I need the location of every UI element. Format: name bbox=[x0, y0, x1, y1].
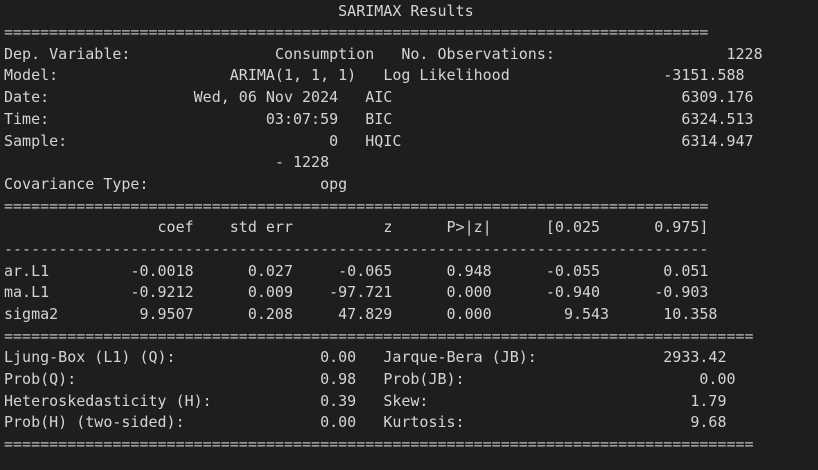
diagnostics-row: Prob(Q): 0.98 Prob(JB): 0.00 bbox=[4, 368, 736, 390]
ci-lower-value: 9.543 bbox=[563, 305, 610, 323]
diag-left-value: 0.00 bbox=[320, 348, 357, 366]
std-err-value: 0.208 bbox=[247, 305, 293, 323]
diag-right-label: Kurtosis: bbox=[383, 413, 465, 431]
model-info-row: Date: Wed, 06 Nov 2024 AIC 6309.176 bbox=[4, 86, 754, 108]
table-row: ma.L1 -0.9212 0.009 -97.721 0.000 -0.940… bbox=[4, 281, 708, 303]
p-value-header: P>|z| bbox=[446, 218, 492, 236]
results-title-row: SARIMAX Results bbox=[4, 0, 474, 22]
covariance-type-label: Covariance Type: bbox=[4, 175, 149, 193]
log-likelihood-label: Log Likelihood bbox=[383, 66, 510, 84]
time-label: Time: bbox=[4, 110, 50, 128]
model-info-row: Model: ARIMA(1, 1, 1) Log Likelihood -31… bbox=[4, 64, 745, 86]
p-value: 0.000 bbox=[446, 283, 492, 301]
p-value: 0.000 bbox=[446, 305, 492, 323]
z-value: 47.829 bbox=[338, 305, 393, 323]
diagnostics-bottom-rule: ========================================… bbox=[4, 435, 754, 453]
hqic-label: HQIC bbox=[365, 132, 402, 150]
results-title: SARIMAX Results bbox=[338, 2, 474, 20]
param-name: ar.L1 bbox=[4, 262, 50, 280]
coef-value: -0.0018 bbox=[130, 262, 194, 280]
diag-right-value: 9.68 bbox=[690, 413, 727, 431]
ci-lower-value: -0.940 bbox=[545, 283, 601, 301]
aic-value: 6309.176 bbox=[681, 88, 754, 106]
no-observations-label: No. Observations: bbox=[401, 45, 555, 63]
diag-right-value: 1.79 bbox=[690, 392, 727, 410]
param-name: ma.L1 bbox=[4, 283, 50, 301]
coef-value: -0.9212 bbox=[130, 283, 194, 301]
covariance-type-value: opg bbox=[320, 175, 348, 193]
dep-variable-value: Consumption bbox=[274, 45, 375, 63]
top-rule: ========================================… bbox=[4, 23, 709, 41]
std-err-header: std err bbox=[229, 218, 293, 236]
diagnostics-row: Heteroskedasticity (H): 0.39 Skew: 1.79 bbox=[4, 390, 727, 412]
sarimax-results-output: SARIMAX Results ========================… bbox=[0, 0, 818, 470]
p-value: 0.948 bbox=[446, 262, 492, 280]
model-label: Model: bbox=[4, 66, 59, 84]
model-info-row: Covariance Type: opg bbox=[4, 173, 347, 195]
ci-lower-value: -0.055 bbox=[545, 262, 601, 280]
date-label: Date: bbox=[4, 88, 50, 106]
sample-value: 0 bbox=[329, 132, 339, 150]
diag-right-label: Prob(JB): bbox=[383, 370, 465, 388]
coef-top-rule: ========================================… bbox=[4, 197, 709, 215]
hqic-value: 6314.947 bbox=[681, 132, 754, 150]
diag-right-label: Skew: bbox=[383, 392, 429, 410]
diagnostics-row: Prob(H) (two-sided): 0.00 Kurtosis: 9.68 bbox=[4, 411, 727, 433]
no-observations-value: 1228 bbox=[726, 45, 763, 63]
param-name: sigma2 bbox=[4, 305, 59, 323]
diag-left-label: Prob(H) (two-sided): bbox=[4, 413, 185, 431]
diag-left-label: Ljung-Box (L1) (Q): bbox=[4, 348, 176, 366]
diag-left-value: 0.39 bbox=[320, 392, 357, 410]
diag-left-value: 0.98 bbox=[320, 370, 357, 388]
sample-end-value: - 1228 bbox=[274, 153, 330, 171]
ci-upper-value: 10.358 bbox=[663, 305, 718, 323]
model-info-row: Time: 03:07:59 BIC 6324.513 bbox=[4, 108, 754, 130]
z-value: -0.065 bbox=[338, 262, 393, 280]
std-err-value: 0.009 bbox=[247, 283, 293, 301]
sample-label: Sample: bbox=[4, 132, 68, 150]
diag-left-label: Prob(Q): bbox=[4, 370, 77, 388]
model-info-row: Dep. Variable: Consumption No. Observati… bbox=[4, 43, 763, 65]
diag-right-label: Jarque-Bera (JB): bbox=[383, 348, 537, 366]
diag-left-label: Heteroskedasticity (H): bbox=[4, 392, 212, 410]
table-row: sigma2 9.9507 0.208 47.829 0.000 9.543 1… bbox=[4, 303, 717, 325]
diag-right-value: 0.00 bbox=[699, 370, 736, 388]
aic-label: AIC bbox=[365, 88, 393, 106]
ci-lower-header: [0.025 bbox=[545, 218, 601, 236]
diag-right-value: 2933.42 bbox=[663, 348, 727, 366]
coef-mid-rule: ----------------------------------------… bbox=[4, 240, 709, 258]
diag-left-value: 0.00 bbox=[320, 413, 357, 431]
coef-value: 9.9507 bbox=[139, 305, 194, 323]
coef-header-row: coef std err z P>|z| [0.025 0.975] bbox=[4, 216, 709, 238]
diagnostics-row: Ljung-Box (L1) (Q): 0.00 Jarque-Bera (JB… bbox=[4, 346, 727, 368]
model-info-row: Sample: 0 HQIC 6314.947 bbox=[4, 130, 754, 152]
coef-header: coef bbox=[157, 218, 194, 236]
bic-value: 6324.513 bbox=[681, 110, 754, 128]
bic-label: BIC bbox=[365, 110, 393, 128]
ci-upper-value: -0.903 bbox=[654, 283, 709, 301]
time-value: 03:07:59 bbox=[265, 110, 339, 128]
diagnostics-top-rule: ========================================… bbox=[4, 327, 754, 345]
ci-upper-value: 0.051 bbox=[663, 262, 709, 280]
z-value: -97.721 bbox=[329, 283, 393, 301]
dep-variable-label: Dep. Variable: bbox=[4, 45, 131, 63]
log-likelihood-value: -3151.588 bbox=[663, 66, 745, 84]
z-header: z bbox=[383, 218, 393, 236]
std-err-value: 0.027 bbox=[247, 262, 293, 280]
model-value: ARIMA(1, 1, 1) bbox=[229, 66, 357, 84]
date-value: Wed, 06 Nov 2024 bbox=[193, 88, 339, 106]
model-info-row: - 1228 bbox=[4, 151, 329, 173]
table-row: ar.L1 -0.0018 0.027 -0.065 0.948 -0.055 … bbox=[4, 260, 708, 282]
ci-upper-header: 0.975] bbox=[654, 218, 709, 236]
